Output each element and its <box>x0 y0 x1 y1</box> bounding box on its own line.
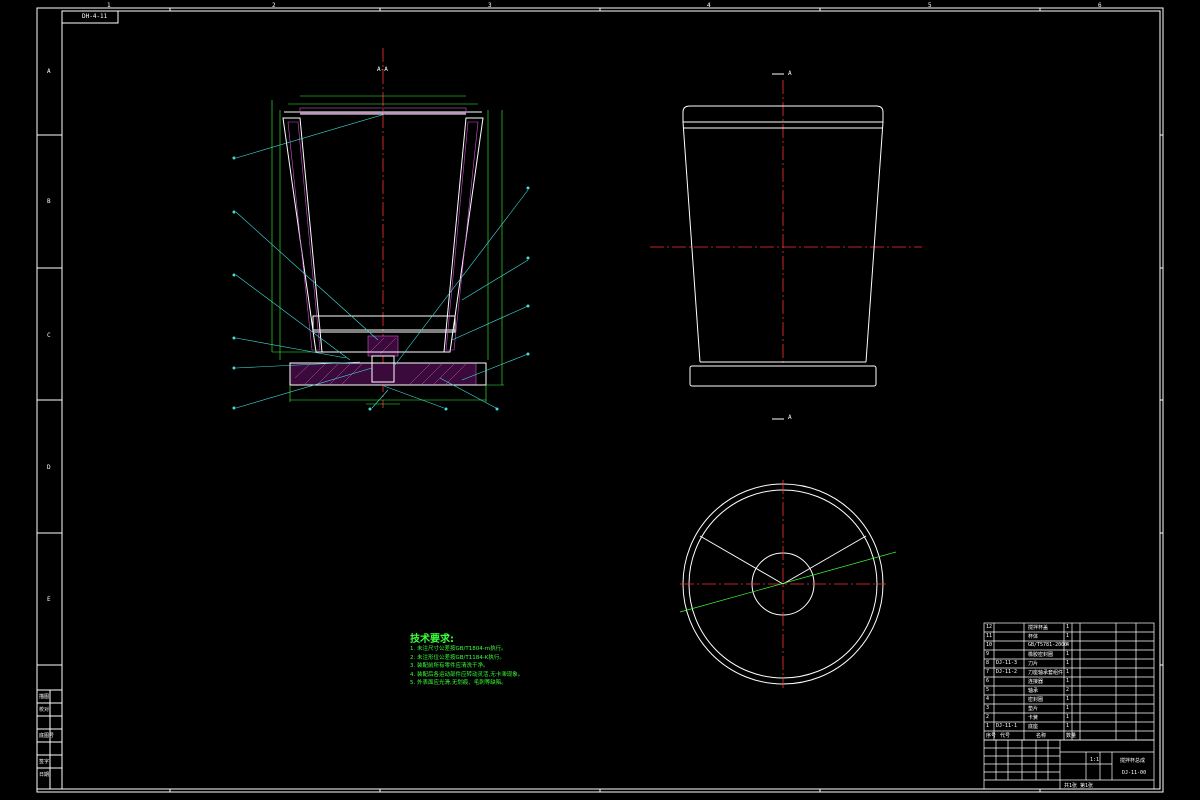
section-mark: A-A <box>377 66 388 73</box>
left-strip-label: 日期 <box>39 772 50 778</box>
bom-cell-no: 6 <box>986 678 990 684</box>
zone-marker-side: D <box>47 464 51 471</box>
bom-cell-no: 7 <box>986 669 990 675</box>
scale-value: 1:1 <box>1090 757 1100 763</box>
tech-req-item: 1. 未注尺寸公差按GB/T1804-m执行。 <box>410 646 507 652</box>
bom-cell-name: 卡簧 <box>1028 715 1039 721</box>
bom-cell-name: 刀片 <box>1028 661 1039 667</box>
left-strip-label: 签字 <box>39 759 50 765</box>
bom-cell-no: 11 <box>986 633 993 639</box>
tech-req-item: 2. 未注形位公差按GB/T1184-K执行。 <box>410 654 505 661</box>
bom-cell-no: 3 <box>986 705 990 711</box>
bom-header-name: 名称 <box>1036 733 1047 739</box>
bom-header-no: 序号 <box>986 733 997 739</box>
zone-marker-top: 6 <box>1098 2 1102 9</box>
drawing-name: 搅拌杯总成 <box>1120 758 1146 764</box>
left-strip-label: 描图 <box>39 694 50 700</box>
bom-cell-qty: 1 <box>1066 714 1070 720</box>
bom-cell-qty: 2 <box>1066 687 1070 693</box>
zone-marker-top: 5 <box>928 2 932 9</box>
bom-cell-qty: 1 <box>1066 669 1070 675</box>
bom-cell-no: 8 <box>986 660 990 666</box>
top-view <box>679 480 897 688</box>
bom-cell-code: DJ-11-3 <box>996 660 1018 666</box>
tech-req-item: 4. 装配后各运动部件应转动灵活,无卡滞现象。 <box>410 671 524 678</box>
bom-cell-name: 搅拌杯盖 <box>1028 625 1049 631</box>
bom-cell-code: DJ-11-2 <box>996 669 1018 675</box>
bom-cell-qty: 1 <box>1066 651 1070 657</box>
bom-cell-name: 垫片 <box>1028 706 1039 712</box>
bom-cell-qty: 1 <box>1066 705 1070 711</box>
bom-cell-qty: 1 <box>1066 660 1070 666</box>
bom-cell-name: 刀座轴承套组件 <box>1028 670 1064 676</box>
zone-marker-top: 1 <box>107 2 111 9</box>
drawing-number: DJ-11-00 <box>1122 770 1147 776</box>
zone-marker-top: 3 <box>488 2 492 9</box>
tech-req-item: 3. 装配前所有零件应清洗干净。 <box>410 663 489 669</box>
corner-tag: DH-4-11 <box>82 13 108 20</box>
bom-cell-qty: 1 <box>1066 624 1070 630</box>
bom-cell-qty: 1 <box>1066 678 1070 684</box>
bom-header-code: 代号 <box>1000 733 1011 739</box>
bom-cell-no: 5 <box>986 687 990 693</box>
technical-requirements: 技术要求: 1. 未注尺寸公差按GB/T1804-m执行。 2. 未注形位公差按… <box>410 630 523 688</box>
sheet-info: 共1张 第1张 <box>1064 783 1094 789</box>
bom-cell-name: 密封圈 <box>1028 697 1044 703</box>
bom-cell-qty: 1 <box>1066 633 1070 639</box>
bom-cell-name: GB/T5781-2000 <box>1028 642 1068 648</box>
view-mark-top: A <box>788 70 792 77</box>
bom-cell-no: 9 <box>986 651 990 657</box>
zone-marker-top: 2 <box>272 2 276 9</box>
tech-req-item: 5. 外表面应光滑,无划痕、毛刺等缺陷。 <box>410 680 507 686</box>
bom-cell-name: 橡胶密封圈 <box>1028 652 1054 658</box>
bom-cell-no: 10 <box>986 642 993 648</box>
bom-cell-qty: 1 <box>1066 696 1070 702</box>
section-view <box>232 48 530 411</box>
bom-cell-qty: 1 <box>1066 723 1070 729</box>
zone-marker-side: E <box>47 596 51 603</box>
front-view <box>650 73 922 420</box>
bom-cell-name: 杯体 <box>1028 634 1039 640</box>
left-strip-label: 校对 <box>39 707 50 713</box>
bom-header-qty: 数量 <box>1066 733 1077 739</box>
bom-cell-code: DJ-11-1 <box>996 723 1018 729</box>
bom-cell-no: 2 <box>986 714 990 720</box>
bom-cell-qty: 4 <box>1066 642 1070 648</box>
bom-cell-no: 1 <box>986 723 990 729</box>
left-strip-label: 底图号 <box>39 733 55 739</box>
bom-cell-name: 连接器 <box>1028 679 1044 685</box>
zone-marker-side: A <box>47 68 51 75</box>
zone-marker-top: 4 <box>707 2 711 9</box>
view-mark-bottom: A <box>788 414 792 421</box>
cad-drawing-canvas <box>36 7 1164 793</box>
bom-cell-no: 4 <box>986 696 990 702</box>
zone-marker-side: C <box>47 332 51 339</box>
bom-cell-name: 轴承 <box>1028 688 1039 694</box>
tech-req-title: 技术要求: <box>410 634 454 645</box>
zone-marker-side: B <box>47 198 51 205</box>
bom-cell-name: 底座 <box>1028 724 1039 730</box>
bom-cell-no: 12 <box>986 624 993 630</box>
